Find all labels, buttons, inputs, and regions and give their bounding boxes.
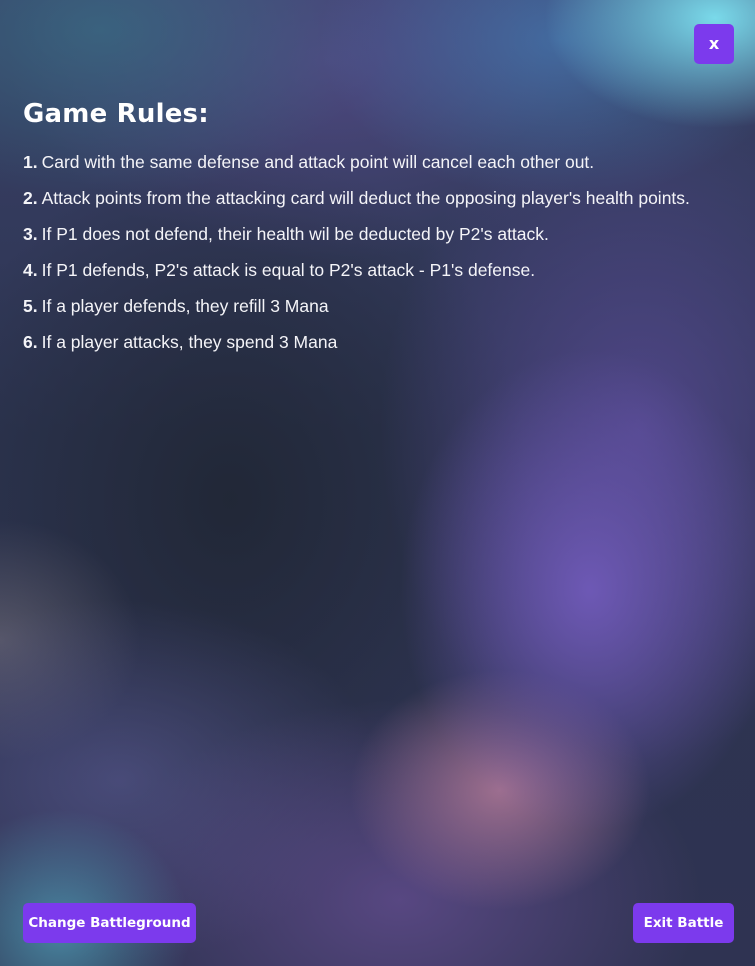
rule-text: If a player attacks, they spend 3 Mana: [41, 332, 338, 352]
change-battleground-button[interactable]: Change Battleground: [23, 903, 196, 943]
rule-number: 1.: [23, 152, 38, 172]
rules-list: 1. Card with the same defense and attack …: [23, 149, 739, 365]
rule-item-5: 5. If a player defends, they refill 3 Man…: [23, 293, 739, 329]
rule-number: 2.: [23, 188, 38, 208]
rule-item-6: 6. If a player attacks, they spend 3 Mana: [23, 329, 739, 365]
exit-battle-button[interactable]: Exit Battle: [633, 903, 734, 943]
rule-text: If P1 does not defend, their health wil …: [41, 224, 549, 244]
rule-text: Card with the same defense and attack po…: [41, 152, 595, 172]
rule-item-2: 2. Attack points from the attacking card …: [23, 185, 739, 221]
rule-number: 3.: [23, 224, 38, 244]
rule-number: 5.: [23, 296, 38, 316]
rule-text: If P1 defends, P2's attack is equal to P…: [41, 260, 536, 280]
game-rules-screen: { "colors": { "accent": "#7c3aed", "text…: [0, 0, 755, 966]
rule-number: 4.: [23, 260, 38, 280]
rule-number: 6.: [23, 332, 38, 352]
rule-text: If a player defends, they refill 3 Mana: [41, 296, 329, 316]
rule-item-3: 3. If P1 does not defend, their health wi…: [23, 221, 739, 257]
rule-item-4: 4. If P1 defends, P2's attack is equal to…: [23, 257, 739, 293]
close-button[interactable]: x: [694, 24, 734, 64]
rule-item-1: 1. Card with the same defense and attack …: [23, 149, 739, 185]
game-rules-panel: Game Rules: 1. Card with the same defense…: [23, 96, 739, 365]
rules-title: Game Rules:: [23, 99, 209, 129]
rule-text: Attack points from the attacking card wi…: [41, 188, 690, 208]
